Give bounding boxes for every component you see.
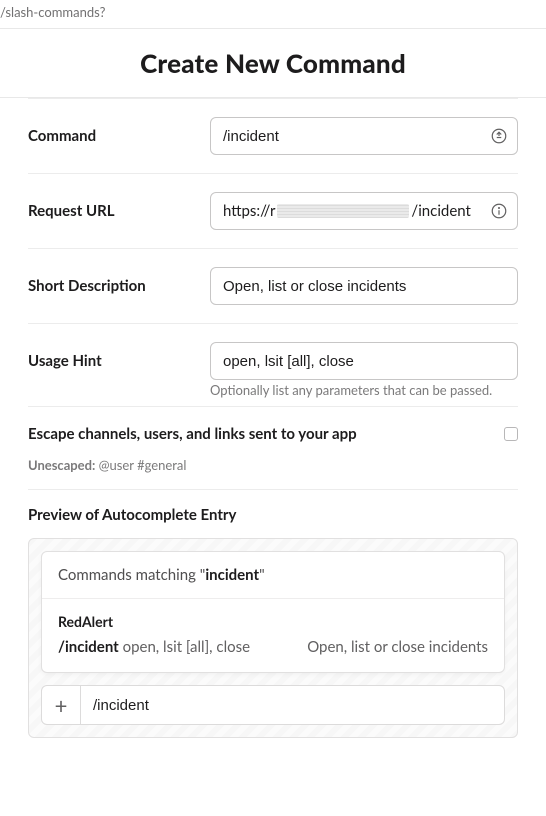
request-url-suffix: /incident (411, 202, 470, 220)
autocomplete-popover: Commands matching "incident" RedAlert /i… (41, 551, 505, 673)
autocomplete-command-bold: /incident (58, 638, 119, 656)
command-suggest-icon[interactable] (490, 127, 508, 145)
autocomplete-header: Commands matching "incident" (42, 552, 504, 599)
matching-suffix: " (259, 566, 265, 584)
escape-label: Escape channels, users, and links sent t… (28, 425, 357, 443)
matching-term: incident (205, 566, 259, 584)
usage-hint-helptext: Optionally list any parameters that can … (210, 382, 518, 398)
field-row-short-desc: Short Description (28, 248, 518, 323)
usage-hint-input[interactable] (210, 342, 518, 380)
preview-heading: Preview of Autocomplete Entry (28, 506, 518, 524)
command-input[interactable] (210, 117, 518, 155)
unescaped-hint: Unescaped: @user #general (28, 457, 518, 473)
info-icon[interactable] (490, 202, 508, 220)
request-url-redacted (277, 204, 409, 218)
autocomplete-desc: Open, list or close incidents (307, 638, 488, 656)
autocomplete-command-rest: open, lsit [all], close (119, 638, 250, 656)
request-url-input[interactable]: https://r /incident (210, 192, 518, 230)
composer-plus-button[interactable]: + (41, 685, 81, 725)
field-row-usage-hint: Usage Hint (28, 323, 518, 390)
divider-top (0, 28, 546, 29)
unescaped-label: Unescaped: (28, 457, 95, 473)
request-url-label: Request URL (28, 202, 198, 220)
divider-before-preview (28, 489, 518, 490)
escape-checkbox[interactable] (504, 427, 518, 441)
request-url-prefix: https://r (223, 202, 275, 220)
message-composer: + (41, 685, 505, 725)
plus-icon: + (55, 692, 68, 719)
usage-hint-label: Usage Hint (28, 352, 198, 370)
matching-prefix: Commands matching " (58, 566, 205, 584)
autocomplete-command: /incident open, lsit [all], close (58, 638, 250, 656)
short-desc-label: Short Description (28, 277, 198, 295)
field-row-command: Command (28, 98, 518, 173)
page-title: Create New Command (0, 47, 546, 79)
breadcrumb: /slash-commands? (0, 0, 546, 28)
escape-row: Escape channels, users, and links sent t… (28, 406, 518, 451)
autocomplete-app-name: RedAlert (58, 613, 488, 630)
command-label: Command (28, 127, 198, 145)
unescaped-value: @user #general (99, 457, 187, 473)
field-row-request-url: Request URL https://r /incident (28, 173, 518, 248)
preview-box: Commands matching "incident" RedAlert /i… (28, 538, 518, 738)
autocomplete-row[interactable]: /incident open, lsit [all], close Open, … (58, 638, 488, 656)
short-desc-input[interactable] (210, 267, 518, 305)
composer-input[interactable] (81, 685, 505, 725)
